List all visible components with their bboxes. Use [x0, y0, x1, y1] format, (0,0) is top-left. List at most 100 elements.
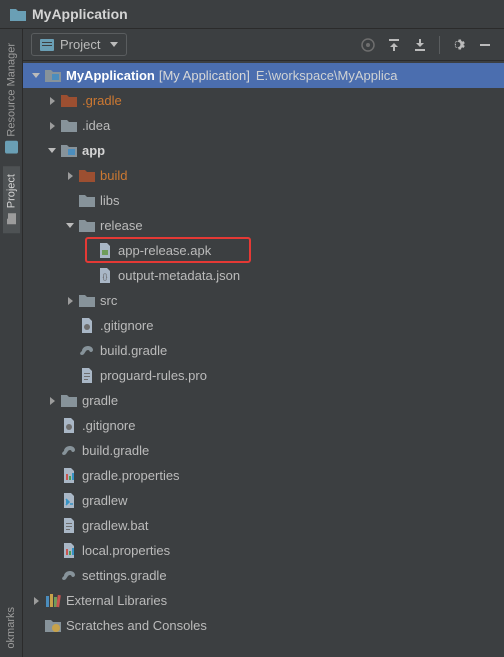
tree-item-output-metadata[interactable]: {} output-metadata.json — [23, 263, 504, 288]
content-pane: Project — [23, 29, 504, 657]
tree-label: MyApplication — [66, 68, 155, 83]
gear-icon[interactable] — [448, 34, 470, 56]
arrow-placeholder — [45, 544, 59, 558]
arrow-placeholder — [63, 344, 77, 358]
tree-item-app-release-apk[interactable]: app-release.apk — [23, 238, 504, 263]
tree-item-app-gitignore[interactable]: .gitignore — [23, 313, 504, 338]
tree-label: settings.gradle — [82, 568, 167, 583]
tree-label: libs — [100, 193, 120, 208]
project-tab-icon — [5, 212, 18, 225]
arrow-placeholder — [45, 469, 59, 483]
properties-file-icon — [61, 543, 77, 559]
hide-icon[interactable] — [474, 34, 496, 56]
resource-manager-icon — [5, 141, 18, 154]
arrow-placeholder — [45, 444, 59, 458]
tree-item-gradle-dir[interactable]: .gradle — [23, 88, 504, 113]
tree-item-gitignore[interactable]: .gitignore — [23, 413, 504, 438]
tree-label: build.gradle — [100, 343, 167, 358]
tree-label: output-metadata.json — [118, 268, 240, 283]
expand-arrow-icon[interactable] — [45, 144, 59, 158]
apk-file-icon — [97, 243, 113, 259]
collapse-all-icon[interactable] — [409, 34, 431, 56]
main-area: Resource Manager Project okmarks Project — [0, 29, 504, 657]
arrow-placeholder — [29, 619, 43, 633]
tree-label: gradlew — [82, 493, 128, 508]
collapse-arrow-icon[interactable] — [29, 594, 43, 608]
tree-item-gradle-properties[interactable]: gradle.properties — [23, 463, 504, 488]
collapse-arrow-icon[interactable] — [63, 169, 77, 183]
expand-arrow-icon[interactable] — [29, 69, 43, 83]
gradle-file-icon — [61, 568, 77, 584]
chevron-down-icon — [110, 42, 118, 47]
gradle-file-icon — [79, 343, 95, 359]
tree-item-app-src[interactable]: src — [23, 288, 504, 313]
tree-item-gradle[interactable]: gradle — [23, 388, 504, 413]
tree-item-local-properties[interactable]: local.properties — [23, 538, 504, 563]
tree-label: proguard-rules.pro — [100, 368, 207, 383]
arrow-placeholder — [63, 369, 77, 383]
tree-item-gradlew[interactable]: gradlew — [23, 488, 504, 513]
project-tree[interactable]: MyApplication [My Application] E:\worksp… — [23, 61, 504, 657]
tree-item-gradlew-bat[interactable]: gradlew.bat — [23, 513, 504, 538]
properties-file-icon — [61, 468, 77, 484]
collapse-arrow-icon[interactable] — [45, 119, 59, 133]
arrow-placeholder — [63, 319, 77, 333]
collapse-arrow-icon[interactable] — [45, 394, 59, 408]
tree-label: gradle.properties — [82, 468, 180, 483]
tree-label: .gitignore — [100, 318, 153, 333]
side-tabs: Resource Manager Project okmarks — [0, 29, 23, 657]
arrow-placeholder — [63, 194, 77, 208]
folder-icon — [61, 393, 77, 409]
svg-text:{}: {} — [103, 274, 108, 281]
tree-label: gradlew.bat — [82, 518, 149, 533]
folder-excluded-icon — [61, 93, 77, 109]
folder-icon — [61, 118, 77, 134]
collapse-arrow-icon[interactable] — [63, 294, 77, 308]
arrow-placeholder — [81, 244, 95, 258]
project-toolbar: Project — [23, 29, 504, 61]
target-icon[interactable] — [357, 34, 379, 56]
tree-item-settings-gradle[interactable]: settings.gradle — [23, 563, 504, 588]
expand-arrow-icon[interactable] — [63, 219, 77, 233]
tree-label: local.properties — [82, 543, 170, 558]
tree-item-idea-dir[interactable]: .idea — [23, 113, 504, 138]
arrow-placeholder — [45, 419, 59, 433]
tree-label: gradle — [82, 393, 118, 408]
tree-item-app[interactable]: app — [23, 138, 504, 163]
project-selector-icon — [40, 39, 54, 51]
text-file-icon — [61, 518, 77, 534]
tree-item-external-libraries[interactable]: External Libraries — [23, 588, 504, 613]
tree-label: src — [100, 293, 117, 308]
app-folder-icon — [10, 8, 26, 21]
tree-item-app-build[interactable]: build — [23, 163, 504, 188]
gitignore-file-icon — [61, 418, 77, 434]
tree-root-myapplication[interactable]: MyApplication [My Application] E:\worksp… — [23, 63, 504, 88]
arrow-placeholder — [45, 519, 59, 533]
gitignore-file-icon — [79, 318, 95, 334]
collapse-arrow-icon[interactable] — [45, 94, 59, 108]
scratches-icon — [45, 618, 61, 634]
module-folder-icon — [45, 68, 61, 84]
text-file-icon — [79, 368, 95, 384]
project-view-selector[interactable]: Project — [31, 33, 127, 56]
tree-label: Scratches and Consoles — [66, 618, 207, 633]
tree-item-app-proguard[interactable]: proguard-rules.pro — [23, 363, 504, 388]
expand-all-icon[interactable] — [383, 34, 405, 56]
tree-label: release — [100, 218, 143, 233]
bookmarks-tab[interactable]: okmarks — [3, 599, 19, 657]
tree-path: E:\workspace\MyApplica — [256, 68, 398, 83]
module-folder-icon — [61, 143, 77, 159]
resource-manager-tab[interactable]: Resource Manager — [3, 35, 20, 162]
arrow-placeholder — [45, 569, 59, 583]
tree-label: External Libraries — [66, 593, 167, 608]
json-file-icon: {} — [97, 268, 113, 284]
arrow-placeholder — [45, 494, 59, 508]
tree-item-build-gradle[interactable]: build.gradle — [23, 438, 504, 463]
folder-icon — [79, 193, 95, 209]
tree-item-app-release[interactable]: release — [23, 213, 504, 238]
tree-item-scratches[interactable]: Scratches and Consoles — [23, 613, 504, 638]
tree-item-app-libs[interactable]: libs — [23, 188, 504, 213]
tree-item-app-build-gradle[interactable]: build.gradle — [23, 338, 504, 363]
project-tab[interactable]: Project — [3, 166, 20, 233]
arrow-placeholder — [81, 269, 95, 283]
